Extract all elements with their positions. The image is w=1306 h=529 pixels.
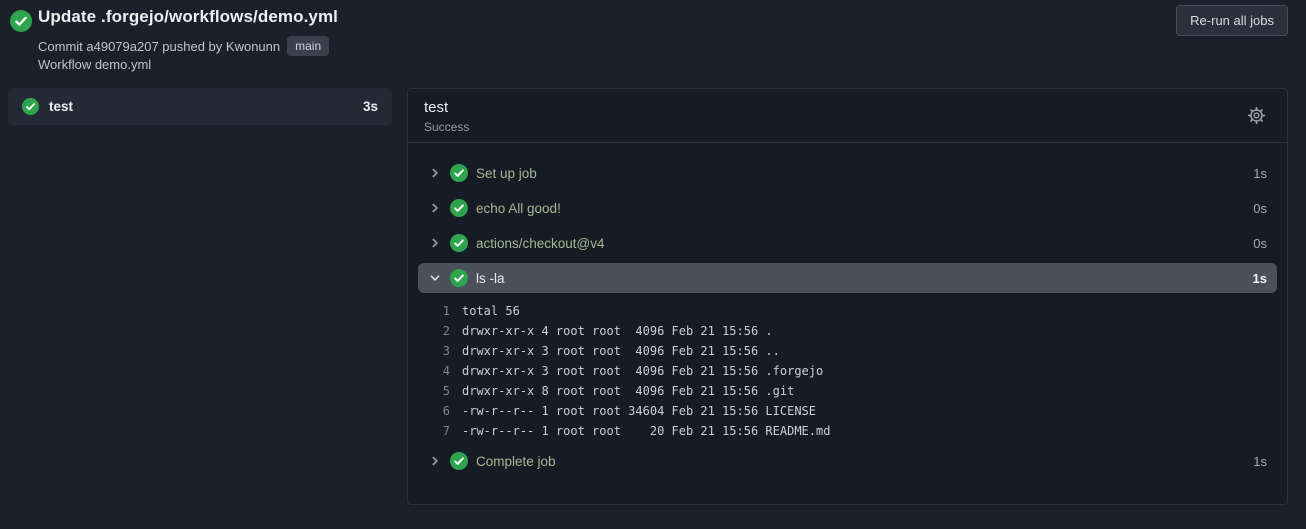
log-line-number: 1 [442, 304, 450, 318]
log-line: 7 -rw-r--r-- 1 root root 20 Feb 21 15:56… [418, 421, 1277, 441]
log-line-text: drwxr-xr-x 4 root root 4096 Feb 21 15:56… [462, 324, 773, 338]
run-success-icon [10, 10, 32, 32]
chevron-right-icon[interactable] [428, 166, 442, 180]
job-name: test [49, 99, 74, 114]
step-label: echo All good! [476, 200, 561, 216]
chevron-right-icon[interactable] [428, 201, 442, 215]
step-label: ls -la [476, 270, 505, 286]
job-panel-header: test Success [408, 89, 1287, 143]
log-line-text: -rw-r--r-- 1 root root 34604 Feb 21 15:5… [462, 404, 817, 418]
log-line-number: 4 [442, 364, 450, 378]
job-success-icon [22, 98, 39, 115]
page-title: Update .forgejo/workflows/demo.yml [38, 7, 338, 26]
log-line-text: drwxr-xr-x 3 root root 4096 Feb 21 15:56… [462, 364, 824, 378]
step-success-icon [450, 269, 468, 287]
step-duration: 1s [1252, 270, 1267, 286]
step-duration: 1s [1253, 165, 1267, 181]
chevron-down-icon[interactable] [428, 271, 442, 285]
job-duration: 3s [362, 99, 378, 114]
step-duration: 0s [1253, 200, 1267, 216]
log-line: 6 -rw-r--r-- 1 root root 34604 Feb 21 15… [418, 401, 1277, 421]
log-line: 2 drwxr-xr-x 4 root root 4096 Feb 21 15:… [418, 321, 1277, 341]
log-line-text: -rw-r--r-- 1 root root 20 Feb 21 15:56 R… [462, 424, 831, 438]
workflow-run-page: Update .forgejo/workflows/demo.yml Commi… [0, 0, 1306, 529]
branch-badge[interactable]: main [287, 36, 330, 56]
log-line-number: 2 [442, 324, 450, 338]
step-list: Set up job 1s echo All good! 0s actions/… [408, 143, 1287, 476]
log-line-number: 7 [442, 424, 450, 438]
step-success-icon [450, 234, 468, 252]
step-row-actions-checkout[interactable]: actions/checkout@v4 0s [418, 228, 1277, 258]
step-duration: 0s [1253, 235, 1267, 251]
step-row-ls-la[interactable]: ls -la 1s [418, 263, 1277, 293]
log-line-number: 3 [442, 344, 450, 358]
step-row-echo-all-good[interactable]: echo All good! 0s [418, 193, 1277, 223]
step-log-output: 1 total 56 2 drwxr-xr-x 4 root root 4096… [418, 301, 1277, 441]
log-line-text: drwxr-xr-x 3 root root 4096 Feb 21 15:56… [462, 344, 780, 358]
step-label: actions/checkout@v4 [476, 235, 605, 251]
log-line-text: drwxr-xr-x 8 root root 4096 Feb 21 15:56… [462, 384, 795, 398]
workflow-text: Workflow demo.yml [38, 57, 152, 72]
gear-icon[interactable] [1248, 107, 1265, 124]
step-label: Set up job [476, 165, 537, 181]
log-line: 3 drwxr-xr-x 3 root root 4096 Feb 21 15:… [418, 341, 1277, 361]
step-success-icon [450, 452, 468, 470]
log-line-text: total 56 [462, 304, 520, 318]
log-line: 4 drwxr-xr-x 3 root root 4096 Feb 21 15:… [418, 361, 1277, 381]
job-panel-status: Success [424, 120, 470, 134]
commit-line: Commit a49079a207 pushed by Kwonunn main [38, 36, 330, 56]
step-success-icon [450, 199, 468, 217]
step-success-icon [450, 164, 468, 182]
chevron-right-icon[interactable] [428, 454, 442, 468]
step-label: Complete job [476, 453, 556, 469]
step-row-setup-job[interactable]: Set up job 1s [418, 158, 1277, 188]
step-row-complete-job[interactable]: Complete job 1s [418, 446, 1277, 476]
log-line: 5 drwxr-xr-x 8 root root 4096 Feb 21 15:… [418, 381, 1277, 401]
log-line-number: 5 [442, 384, 450, 398]
log-line: 1 total 56 [418, 301, 1277, 321]
rerun-all-jobs-button[interactable]: Re-run all jobs [1176, 5, 1288, 36]
chevron-right-icon[interactable] [428, 236, 442, 250]
log-line-number: 6 [442, 404, 450, 418]
commit-text[interactable]: Commit a49079a207 pushed by Kwonunn [38, 39, 280, 54]
step-duration: 1s [1253, 453, 1267, 469]
sidebar-job-test[interactable]: test 3s [8, 88, 392, 125]
job-panel-title: test [424, 99, 449, 116]
job-detail-panel: test Success Set up job 1s echo All good… [407, 88, 1288, 505]
